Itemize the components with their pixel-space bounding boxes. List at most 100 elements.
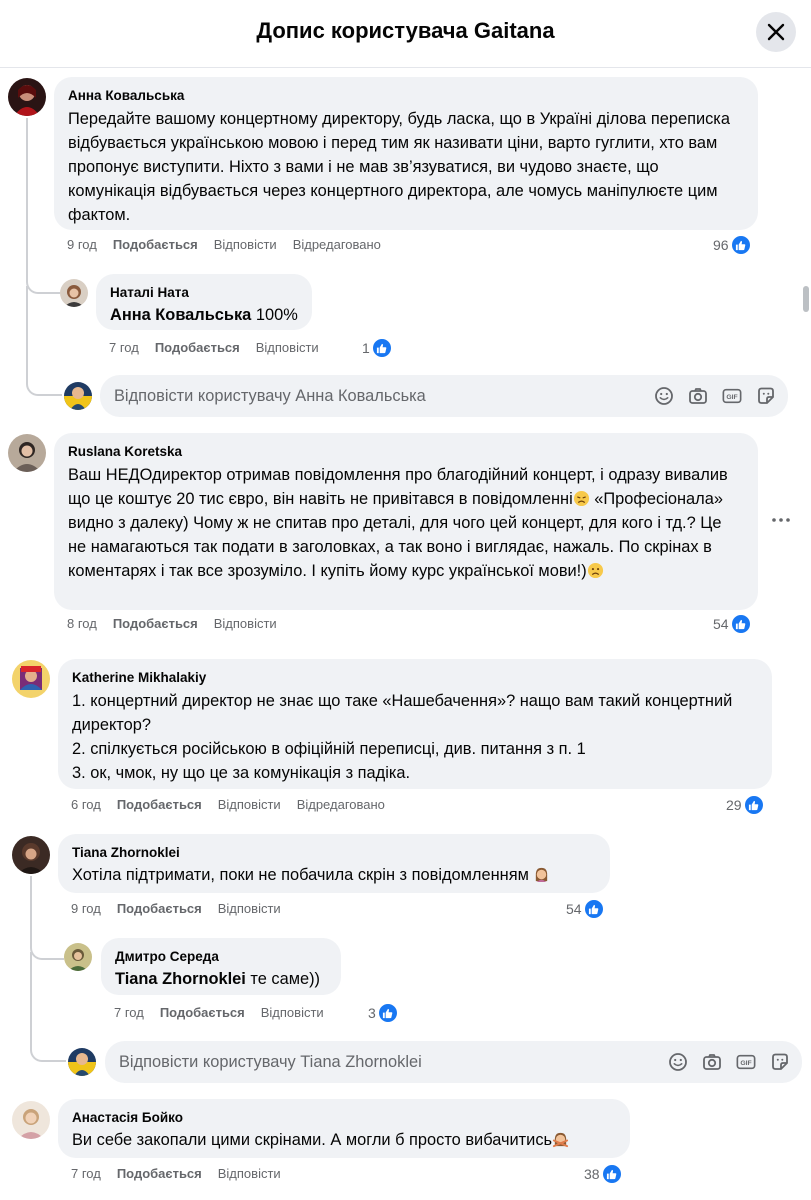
reaction-count[interactable]: 1 [362,337,392,359]
comment-text: Ви себе закопали цими скрінами. А могли … [72,1128,616,1152]
comment-actions: 9 год Подобається Відповісти [71,900,297,918]
thread-line [30,876,32,944]
like-icon [601,1164,622,1184]
reply-time[interactable]: 7 год [114,1004,144,1022]
reply-button[interactable]: Відповісти [214,236,277,254]
comment-line: 1. концертний директор не знає що таке «… [72,692,733,734]
edited-label[interactable]: Відредаговано [297,796,385,814]
gif-icon[interactable]: GIF [736,1052,756,1072]
reaction-count[interactable]: 96 [713,234,751,256]
reply-text-body: 100% [251,306,298,324]
reply-time[interactable]: 7 год [109,339,139,357]
reaction-count[interactable]: 38 [584,1163,622,1185]
comment-author[interactable]: Tiana Zhornoklei [72,844,596,861]
reply-bubble: Наталі Ната Анна Ковальська 100% [96,274,312,330]
avatar[interactable] [12,836,50,874]
page-title: Допис користувача Gaitana [256,18,555,43]
emoji-icon[interactable] [668,1052,688,1072]
comment-text-part: Хотіла підтримати, поки не побачила скрі… [72,866,534,884]
current-user-avatar[interactable] [64,382,92,410]
reply-button[interactable]: Відповісти [214,615,277,633]
current-user-avatar[interactable] [68,1048,96,1076]
comment-bubble: Анастасія Бойко Ви себе закопали цими ск… [58,1099,630,1158]
like-button[interactable]: Подобається [113,236,198,254]
reaction-number: 38 [584,1166,600,1182]
like-button[interactable]: Подобається [117,1165,202,1183]
sad-face-emoji [587,562,603,579]
reply-button[interactable]: Відповісти [256,339,319,357]
reply-text: Tiana Zhornoklei те саме)) [115,967,327,991]
sticker-icon[interactable] [756,386,776,406]
thread-connector [30,952,66,1062]
mention-link[interactable]: Tiana Zhornoklei [115,970,246,988]
like-icon [743,795,764,815]
reaction-count[interactable]: 54 [566,898,604,920]
reply-actions: 7 год Подобається Відповісти [109,339,335,357]
comment-author[interactable]: Анастасія Бойко [72,1109,616,1126]
like-button[interactable]: Подобається [117,900,202,918]
svg-text:GIF: GIF [726,394,737,401]
scrollbar[interactable] [803,286,809,312]
comment-time[interactable]: 9 год [71,900,101,918]
avatar[interactable] [8,78,46,116]
like-button[interactable]: Подобається [113,615,198,633]
reply-author[interactable]: Дмитро Середа [115,948,327,965]
avatar[interactable] [8,434,46,472]
like-icon [377,1003,398,1023]
comment-actions: 9 год Подобається Відповісти Відредаговано [67,236,397,254]
close-button[interactable] [756,12,796,52]
composer-icons: GIF [668,1052,802,1072]
avatar[interactable] [12,660,50,698]
reply-button[interactable]: Відповісти [218,900,281,918]
reply-text: Анна Ковальська 100% [110,303,298,327]
reaction-number: 1 [362,340,370,356]
camera-icon[interactable] [688,386,708,406]
camera-icon[interactable] [702,1052,722,1072]
reaction-number: 29 [726,797,742,813]
reply-input[interactable] [100,375,654,417]
like-button[interactable]: Подобається [117,796,202,814]
emoji-icon[interactable] [654,386,674,406]
more-options-button[interactable] [770,510,792,530]
reply-author[interactable]: Наталі Ната [110,284,298,301]
reply-button[interactable]: Відповісти [261,1004,324,1022]
gif-icon[interactable]: GIF [722,386,742,406]
mention-link[interactable]: Анна Ковальська [110,306,251,324]
comment-text: 1. концертний директор не знає що таке «… [72,689,758,785]
composer-icons: GIF [654,386,788,406]
like-button[interactable]: Подобається [155,339,240,357]
reaction-count[interactable]: 54 [713,613,751,635]
comment-text: Хотіла підтримати, поки не побачила скрі… [72,863,596,887]
svg-text:GIF: GIF [740,1060,751,1067]
reply-composer: GIF [100,375,788,417]
reaction-number: 3 [368,1005,376,1021]
comment-author[interactable]: Katherine Mikhalakiy [72,669,758,686]
comment-time[interactable]: 7 год [71,1165,101,1183]
avatar[interactable] [12,1101,50,1139]
comment-time[interactable]: 9 год [67,236,97,254]
comment-bubble: Tiana Zhornoklei Хотіла підтримати, поки… [58,834,610,893]
avatar[interactable] [60,279,88,307]
sticker-icon[interactable] [770,1052,790,1072]
thread-line [26,118,28,278]
avatar[interactable] [64,943,92,971]
reaction-count[interactable]: 29 [726,794,764,816]
woman-gesturing-no-emoji [553,1132,569,1148]
reply-input[interactable] [105,1041,668,1083]
reply-text-body: те саме)) [245,970,321,988]
comment-author[interactable]: Ruslana Koretska [68,443,744,460]
like-icon [371,338,392,358]
like-button[interactable]: Подобається [160,1004,245,1022]
reply-button[interactable]: Відповісти [218,796,281,814]
comment-text-part: Ви себе закопали цими скрінами. А могли … [72,1131,553,1149]
comment-bubble: Ruslana Koretska Ваш НЕДОдиректор отрима… [54,433,758,610]
comment-time[interactable]: 8 год [67,615,97,633]
like-icon [730,235,751,255]
reply-button[interactable]: Відповісти [218,1165,281,1183]
reply-composer: GIF [105,1041,802,1083]
comment-author[interactable]: Анна Ковальська [68,87,744,104]
edited-label[interactable]: Відредаговано [293,236,381,254]
comment-time[interactable]: 6 год [71,796,101,814]
reaction-count[interactable]: 3 [368,1002,398,1024]
comment-actions: 6 год Подобається Відповісти Відредаговано [71,796,401,814]
